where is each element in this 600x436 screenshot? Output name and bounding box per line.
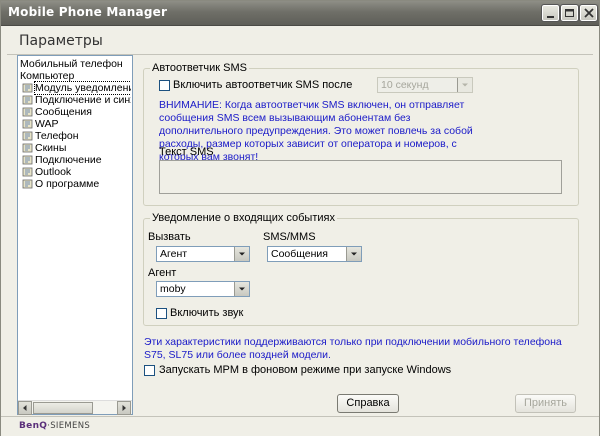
tree-item-phone[interactable]: Телефон [22,130,79,142]
call-select[interactable]: Агент [156,246,250,262]
app-window: Mobile Phone Manager Параметры Мобильный… [0,0,600,436]
tree-item-label: Телефон [35,130,79,142]
brand-logo: BenQ·SIEMENS [19,421,91,431]
scroll-left-button[interactable] [18,401,32,415]
tree-item-outlook[interactable]: Outlook [22,166,71,178]
scroll-thumb[interactable] [33,402,93,414]
dropdown-arrow [234,282,249,296]
minimize-button[interactable] [541,4,560,22]
agent-label: Агент [148,267,177,279]
chevron-down-icon [239,287,245,291]
enable-sound-checkbox[interactable] [156,308,167,319]
settings-icon [22,107,33,117]
startup-checkbox[interactable] [144,365,155,376]
maximize-icon [565,9,574,17]
enable-autoresponder-label: Включить автоответчик SMS после [173,79,353,91]
tree-item-label: Подключение и синхро [35,94,131,106]
tree-item-skins[interactable]: Скины [22,142,66,154]
startup-label: Запускать MPM в фоновом режиме при запус… [159,364,452,376]
tree-item-messages[interactable]: Сообщения [22,106,92,118]
sms-mms-select[interactable]: Сообщения [267,246,362,262]
arrow-left-icon [23,405,27,411]
sms-text-label: Текст SMS [159,146,214,158]
settings-icon [22,155,33,165]
settings-icon [22,95,33,105]
tree-item-label: Outlook [35,166,72,178]
tree-item-label: Скины [35,142,67,154]
tree-item-label: Модуль уведомления и [34,81,131,95]
scroll-right-button[interactable] [117,401,131,415]
help-button[interactable]: Справка [337,394,399,413]
call-select-value: Агент [160,248,188,260]
settings-icon [22,83,33,93]
minimize-icon [547,16,554,18]
page-title: Параметры [19,33,103,49]
settings-icon [22,131,33,141]
window-title: Mobile Phone Manager [8,5,168,19]
tree-item-about[interactable]: О программе [22,178,99,190]
tree-item-mobile-phone[interactable]: Мобильный телефон [20,58,123,70]
autoresponder-delay-select[interactable]: 10 секунд [377,77,473,93]
tree-item-wap[interactable]: WAP [22,118,59,130]
sms-autoresponder-legend: Автоответчик SMS [150,62,249,74]
tree-item-label: Компьютер [20,70,75,82]
settings-icon [22,119,33,129]
dropdown-arrow [346,247,361,261]
call-label: Вызвать [148,231,191,243]
tree-list: Мобильный телефон Компьютер Модуль уведо… [18,56,131,399]
tree-item-sync[interactable]: Подключение и синхро [22,94,131,106]
sms-text-field[interactable] [159,160,562,194]
close-button[interactable] [579,4,598,22]
apply-button[interactable]: Принять [515,394,576,413]
title-bar[interactable]: Mobile Phone Manager [1,1,599,26]
autoresponder-delay-value: 10 секунд [381,79,429,91]
chevron-down-icon [351,252,357,256]
tree-item-label: WAP [35,118,59,130]
incoming-events-legend: Уведомление о входящих событиях [150,212,337,224]
settings-tree[interactable]: Мобильный телефон Компьютер Модуль уведо… [17,55,133,415]
sms-mms-label: SMS/MMS [263,231,316,243]
tree-item-notification-module[interactable]: Модуль уведомления и [22,81,131,95]
tree-item-connection[interactable]: Подключение [22,154,102,166]
chevron-down-icon [462,83,468,87]
tree-item-label: Мобильный телефон [20,58,123,70]
chevron-down-icon [239,252,245,256]
enable-sound-label: Включить звук [170,307,244,319]
agent-select[interactable]: moby [156,281,250,297]
settings-icon [22,167,33,177]
maximize-button[interactable] [560,4,579,22]
enable-autoresponder-checkbox[interactable] [159,80,170,91]
sms-mms-select-value: Сообщения [271,248,328,260]
dropdown-arrow [457,78,472,92]
tree-horizontal-scrollbar[interactable] [18,400,132,415]
footer-bar: BenQ·SIEMENS [1,416,599,436]
agent-select-value: moby [160,283,186,295]
settings-icon [22,143,33,153]
tree-item-computer[interactable]: Компьютер [20,70,74,82]
close-icon [584,8,594,18]
support-note: Эти характеристики поддерживаются только… [144,336,562,361]
dropdown-arrow [234,247,249,261]
tree-item-label: Подключение [35,154,102,166]
settings-icon [22,179,33,189]
arrow-right-icon [122,405,126,411]
tree-item-label: Сообщения [35,106,92,118]
tree-item-label: О программе [35,178,100,190]
